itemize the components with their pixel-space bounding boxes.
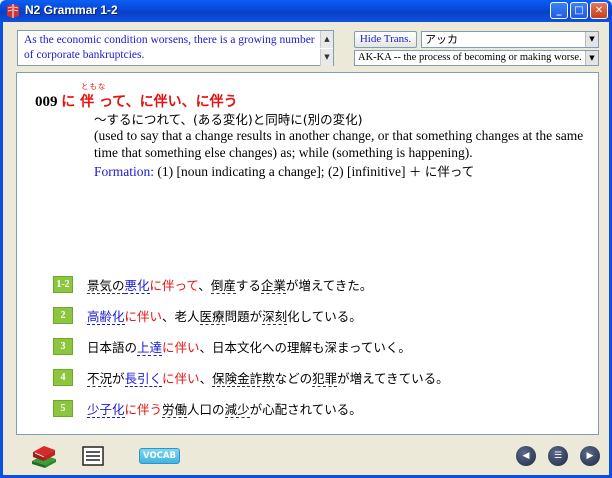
example-sentence: 高齢化に伴い、老人医療問題が深刻化している。 — [87, 306, 362, 325]
lesson-content: ともな 009 に 伴 って、に伴い、に伴う ～するにつれて、(ある変化)と同時… — [16, 72, 599, 435]
example-list: 1-2 景気の悪化に伴って、倒産する企業が増えてきた。 2 高齢化に伴い、老人医療問題… — [53, 269, 449, 424]
translation-text: As the economic condition worsens, there… — [24, 34, 315, 61]
example-item: 1-2 景気の悪化に伴って、倒産する企業が増えてきた。 — [53, 269, 449, 300]
vocab-word[interactable]: 医療 — [199, 309, 225, 325]
sentence-text: 人口の — [187, 402, 225, 417]
forward-button[interactable]: ▶ — [580, 446, 600, 466]
sentence-text: が心配されている。 — [249, 402, 362, 417]
scroll-up-icon[interactable]: ▲ — [320, 31, 333, 48]
example-sentence: 日本語の上達に伴い、日本文化への理解も深まっていく。 — [87, 337, 411, 356]
menu-list-button[interactable]: ☰ — [548, 446, 568, 466]
vocab-word[interactable]: 不況 — [87, 371, 113, 387]
sentence-text: 、 — [199, 371, 213, 386]
vocab-word[interactable]: 保険金詐欺 — [212, 371, 275, 387]
grammar-highlight: に伴い — [162, 371, 200, 386]
example-item: 5 少子化に伴う労働人口の減少が心配されている。 — [53, 393, 449, 424]
vocab-word[interactable]: 上達 — [137, 340, 163, 356]
entry-number: 009 — [35, 94, 58, 110]
vocab-word[interactable]: 深刻 — [262, 309, 288, 325]
definition-box: AK-KA -- the process of becoming or maki… — [354, 50, 599, 66]
sentence-text: する — [235, 278, 261, 293]
grammar-highlight: に伴い — [162, 340, 200, 355]
back-button[interactable]: ◀ — [516, 446, 536, 466]
formation-text: (1) [noun indicating a change]; (2) [inf… — [157, 164, 406, 179]
window-title: N2 Grammar 1-2 — [25, 3, 118, 17]
grammar-highlight: に伴い — [124, 309, 163, 324]
vocab-word[interactable]: 減少 — [224, 402, 250, 418]
reading-select[interactable]: アッカ ▼ — [421, 31, 599, 48]
example-number-badge[interactable]: 2 — [53, 307, 73, 324]
formation-line: Formation: (1) [noun indicating a change… — [94, 161, 474, 180]
vocab-word[interactable]: 長引く — [124, 371, 163, 387]
hide-translation-button[interactable]: Hide Trans. — [354, 31, 417, 48]
english-gloss: (used to say that a change results in an… — [94, 128, 584, 160]
vocab-word[interactable]: 悪化 — [124, 278, 150, 294]
entry-title: に 伴 って、に伴い、に伴う — [61, 94, 238, 110]
vocab-button[interactable]: VOCAB — [139, 448, 180, 464]
sentence-text: 、 — [198, 278, 211, 293]
example-item: 4 不況が長引くに伴い、保険金詐欺などの犯罪が増えてきている。 — [53, 362, 449, 393]
scroll-down-icon[interactable]: ▼ — [320, 49, 333, 66]
vocab-word[interactable]: 企業 — [260, 278, 286, 294]
example-number-badge[interactable]: 1-2 — [53, 276, 73, 293]
sentence-text: 化している。 — [287, 309, 362, 324]
formation-label: Formation: — [94, 164, 154, 179]
sentence-text: 日本語の — [87, 340, 138, 355]
sentence-text: が — [112, 371, 125, 386]
sentence-text: 、日本文化への理解も深まっていく。 — [199, 340, 411, 355]
example-sentence: 不況が長引くに伴い、保険金詐欺などの犯罪が増えてきている。 — [87, 368, 449, 387]
grammar-highlight: に伴って — [149, 278, 199, 293]
vocab-word[interactable]: 高齢化 — [87, 309, 125, 325]
vocab-word[interactable]: 景気の — [87, 278, 125, 294]
close-button[interactable]: ✕ — [590, 2, 608, 19]
example-sentence: 少子化に伴う労働人口の減少が心配されている。 — [87, 399, 362, 418]
sentence-text: が増えてきている。 — [337, 371, 449, 386]
formation-jp: に伴って — [424, 164, 475, 179]
reading-value: アッカ — [425, 33, 458, 46]
chevron-down-icon[interactable]: ▼ — [585, 32, 598, 47]
example-number-badge[interactable]: 4 — [53, 369, 73, 386]
definition-text: AK-KA -- the process of becoming or maki… — [358, 52, 582, 63]
example-number-badge[interactable]: 5 — [53, 400, 73, 417]
example-sentence: 景気の悪化に伴って、倒産する企業が増えてきた。 — [87, 275, 372, 294]
example-number-badge[interactable]: 3 — [53, 338, 73, 355]
vocab-word[interactable]: 少子化 — [87, 402, 125, 418]
japanese-gloss: ～するにつれて、(ある変化)と同時に(別の変化) — [94, 112, 363, 127]
minimize-button[interactable]: _ — [550, 2, 568, 19]
sentence-text: が増えてきた。 — [285, 278, 373, 293]
grammar-highlight: に伴う — [124, 402, 163, 417]
example-item: 2 高齢化に伴い、老人医療問題が深刻化している。 — [53, 300, 449, 331]
title-bar: N2 Grammar 1-2 _ □ ✕ — [0, 0, 612, 22]
translation-box: As the economic condition worsens, there… — [17, 30, 334, 66]
maximize-button[interactable]: □ — [570, 2, 588, 19]
formation-plus: ＋ — [408, 164, 422, 179]
scroll-down-icon[interactable]: ▼ — [585, 51, 598, 65]
sentence-text: などの — [274, 371, 313, 386]
sentence-text: 、老人 — [162, 309, 200, 324]
book-stack-icon[interactable] — [29, 443, 59, 469]
notes-list-icon[interactable] — [81, 445, 105, 467]
vocab-word[interactable]: 労働 — [162, 402, 188, 418]
sentence-text: 問題が — [224, 309, 263, 324]
window-frame: As the economic condition worsens, there… — [0, 22, 612, 478]
vocab-word[interactable]: 倒産 — [210, 278, 236, 294]
entry-heading: 009 に 伴 って、に伴い、に伴う — [35, 91, 238, 111]
vocab-word[interactable]: 犯罪 — [312, 371, 338, 387]
app-icon — [7, 4, 19, 18]
example-item: 3 日本語の上達に伴い、日本文化への理解も深まっていく。 — [53, 331, 449, 362]
